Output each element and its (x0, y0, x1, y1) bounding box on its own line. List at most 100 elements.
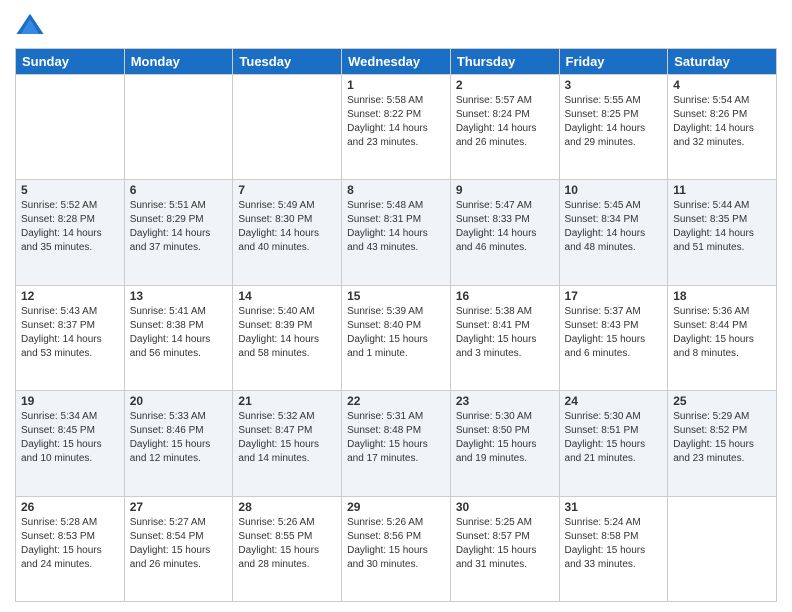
day-info: Sunrise: 5:55 AM Sunset: 8:25 PM Dayligh… (565, 94, 663, 150)
page: SundayMondayTuesdayWednesdayThursdayFrid… (0, 0, 792, 612)
day-cell: 24 Sunrise: 5:30 AM Sunset: 8:51 PM Dayli… (559, 391, 668, 496)
day-cell: 28 Sunrise: 5:26 AM Sunset: 8:55 PM Dayli… (233, 496, 342, 601)
day-number: 31 (565, 500, 663, 514)
day-info: Sunrise: 5:31 AM Sunset: 8:48 PM Dayligh… (347, 410, 445, 466)
day-number: 20 (130, 394, 228, 408)
day-number: 12 (21, 289, 119, 303)
day-cell: 10 Sunrise: 5:45 AM Sunset: 8:34 PM Dayli… (559, 180, 668, 285)
day-info: Sunrise: 5:24 AM Sunset: 8:58 PM Dayligh… (565, 516, 663, 572)
day-cell: 7 Sunrise: 5:49 AM Sunset: 8:30 PM Daylig… (233, 180, 342, 285)
day-cell: 4 Sunrise: 5:54 AM Sunset: 8:26 PM Daylig… (668, 75, 777, 180)
day-cell: 5 Sunrise: 5:52 AM Sunset: 8:28 PM Daylig… (16, 180, 125, 285)
day-number: 10 (565, 183, 663, 197)
day-cell: 17 Sunrise: 5:37 AM Sunset: 8:43 PM Dayli… (559, 285, 668, 390)
header-day-monday: Monday (124, 49, 233, 75)
day-number: 26 (21, 500, 119, 514)
logo-icon (15, 10, 45, 40)
logo (15, 10, 49, 40)
calendar-body: 1 Sunrise: 5:58 AM Sunset: 8:22 PM Daylig… (16, 75, 777, 602)
header-day-sunday: Sunday (16, 49, 125, 75)
day-number: 14 (238, 289, 336, 303)
header-day-wednesday: Wednesday (342, 49, 451, 75)
day-cell: 25 Sunrise: 5:29 AM Sunset: 8:52 PM Dayli… (668, 391, 777, 496)
day-info: Sunrise: 5:36 AM Sunset: 8:44 PM Dayligh… (673, 305, 771, 361)
day-number: 5 (21, 183, 119, 197)
day-cell (233, 75, 342, 180)
day-info: Sunrise: 5:45 AM Sunset: 8:34 PM Dayligh… (565, 199, 663, 255)
day-number: 23 (456, 394, 554, 408)
day-info: Sunrise: 5:54 AM Sunset: 8:26 PM Dayligh… (673, 94, 771, 150)
day-info: Sunrise: 5:47 AM Sunset: 8:33 PM Dayligh… (456, 199, 554, 255)
day-info: Sunrise: 5:37 AM Sunset: 8:43 PM Dayligh… (565, 305, 663, 361)
calendar-header: SundayMondayTuesdayWednesdayThursdayFrid… (16, 49, 777, 75)
day-cell: 23 Sunrise: 5:30 AM Sunset: 8:50 PM Dayli… (450, 391, 559, 496)
day-cell (124, 75, 233, 180)
day-number: 1 (347, 78, 445, 92)
day-info: Sunrise: 5:30 AM Sunset: 8:50 PM Dayligh… (456, 410, 554, 466)
day-cell (16, 75, 125, 180)
day-info: Sunrise: 5:52 AM Sunset: 8:28 PM Dayligh… (21, 199, 119, 255)
day-cell: 26 Sunrise: 5:28 AM Sunset: 8:53 PM Dayli… (16, 496, 125, 601)
week-row-2: 5 Sunrise: 5:52 AM Sunset: 8:28 PM Daylig… (16, 180, 777, 285)
day-cell: 8 Sunrise: 5:48 AM Sunset: 8:31 PM Daylig… (342, 180, 451, 285)
day-number: 11 (673, 183, 771, 197)
day-info: Sunrise: 5:41 AM Sunset: 8:38 PM Dayligh… (130, 305, 228, 361)
day-info: Sunrise: 5:58 AM Sunset: 8:22 PM Dayligh… (347, 94, 445, 150)
day-number: 2 (456, 78, 554, 92)
day-info: Sunrise: 5:29 AM Sunset: 8:52 PM Dayligh… (673, 410, 771, 466)
day-number: 24 (565, 394, 663, 408)
day-cell: 20 Sunrise: 5:33 AM Sunset: 8:46 PM Dayli… (124, 391, 233, 496)
day-cell: 21 Sunrise: 5:32 AM Sunset: 8:47 PM Dayli… (233, 391, 342, 496)
day-number: 17 (565, 289, 663, 303)
day-number: 29 (347, 500, 445, 514)
header-day-saturday: Saturday (668, 49, 777, 75)
day-info: Sunrise: 5:26 AM Sunset: 8:56 PM Dayligh… (347, 516, 445, 572)
day-number: 13 (130, 289, 228, 303)
day-info: Sunrise: 5:57 AM Sunset: 8:24 PM Dayligh… (456, 94, 554, 150)
day-cell: 11 Sunrise: 5:44 AM Sunset: 8:35 PM Dayli… (668, 180, 777, 285)
day-number: 21 (238, 394, 336, 408)
day-cell: 2 Sunrise: 5:57 AM Sunset: 8:24 PM Daylig… (450, 75, 559, 180)
day-number: 30 (456, 500, 554, 514)
header-row: SundayMondayTuesdayWednesdayThursdayFrid… (16, 49, 777, 75)
day-info: Sunrise: 5:38 AM Sunset: 8:41 PM Dayligh… (456, 305, 554, 361)
day-info: Sunrise: 5:48 AM Sunset: 8:31 PM Dayligh… (347, 199, 445, 255)
day-info: Sunrise: 5:32 AM Sunset: 8:47 PM Dayligh… (238, 410, 336, 466)
header-day-thursday: Thursday (450, 49, 559, 75)
day-number: 7 (238, 183, 336, 197)
day-cell: 30 Sunrise: 5:25 AM Sunset: 8:57 PM Dayli… (450, 496, 559, 601)
day-info: Sunrise: 5:39 AM Sunset: 8:40 PM Dayligh… (347, 305, 445, 361)
day-info: Sunrise: 5:43 AM Sunset: 8:37 PM Dayligh… (21, 305, 119, 361)
day-info: Sunrise: 5:49 AM Sunset: 8:30 PM Dayligh… (238, 199, 336, 255)
day-number: 19 (21, 394, 119, 408)
day-number: 28 (238, 500, 336, 514)
day-cell: 13 Sunrise: 5:41 AM Sunset: 8:38 PM Dayli… (124, 285, 233, 390)
day-cell: 22Sunrise: 5:31 AM Sunset: 8:48 PM Dayli… (342, 391, 451, 496)
week-row-5: 26 Sunrise: 5:28 AM Sunset: 8:53 PM Dayli… (16, 496, 777, 601)
day-info: Sunrise: 5:33 AM Sunset: 8:46 PM Dayligh… (130, 410, 228, 466)
day-info: Sunrise: 5:44 AM Sunset: 8:35 PM Dayligh… (673, 199, 771, 255)
day-number: 6 (130, 183, 228, 197)
day-info: Sunrise: 5:26 AM Sunset: 8:55 PM Dayligh… (238, 516, 336, 572)
header (15, 10, 777, 40)
day-info: Sunrise: 5:25 AM Sunset: 8:57 PM Dayligh… (456, 516, 554, 572)
day-number: 3 (565, 78, 663, 92)
day-cell: 27Sunrise: 5:27 AM Sunset: 8:54 PM Dayli… (124, 496, 233, 601)
header-day-friday: Friday (559, 49, 668, 75)
day-info: Sunrise: 5:30 AM Sunset: 8:51 PM Dayligh… (565, 410, 663, 466)
day-cell: 1 Sunrise: 5:58 AM Sunset: 8:22 PM Daylig… (342, 75, 451, 180)
day-number: 15 (347, 289, 445, 303)
day-cell: 19Sunrise: 5:34 AM Sunset: 8:45 PM Dayli… (16, 391, 125, 496)
day-info: Sunrise: 5:51 AM Sunset: 8:29 PM Dayligh… (130, 199, 228, 255)
day-cell: 29 Sunrise: 5:26 AM Sunset: 8:56 PM Dayli… (342, 496, 451, 601)
day-cell: 16Sunrise: 5:38 AM Sunset: 8:41 PM Dayli… (450, 285, 559, 390)
day-cell: 3 Sunrise: 5:55 AM Sunset: 8:25 PM Daylig… (559, 75, 668, 180)
day-cell: 18Sunrise: 5:36 AM Sunset: 8:44 PM Dayli… (668, 285, 777, 390)
day-number: 8 (347, 183, 445, 197)
day-cell: 6 Sunrise: 5:51 AM Sunset: 8:29 PM Daylig… (124, 180, 233, 285)
day-number: 4 (673, 78, 771, 92)
day-number: 27 (130, 500, 228, 514)
day-number: 25 (673, 394, 771, 408)
day-cell (668, 496, 777, 601)
day-info: Sunrise: 5:28 AM Sunset: 8:53 PM Dayligh… (21, 516, 119, 572)
